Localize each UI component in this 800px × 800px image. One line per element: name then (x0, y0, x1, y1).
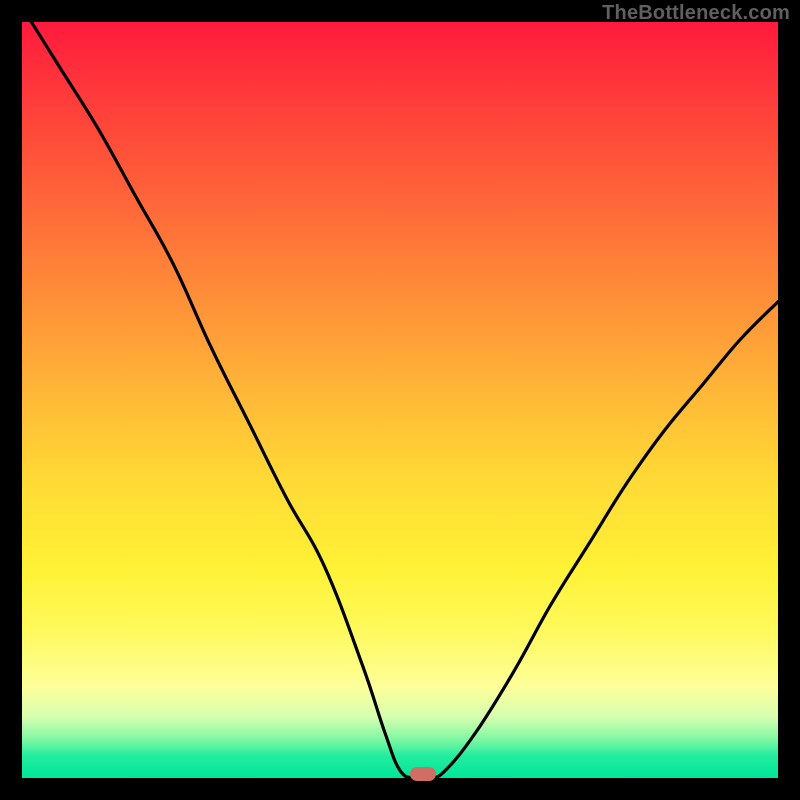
chart-frame: TheBottleneck.com (0, 0, 800, 800)
minimum-marker (410, 767, 436, 781)
plot-area (22, 22, 778, 778)
watermark-text: TheBottleneck.com (602, 2, 790, 25)
bottleneck-curve (22, 22, 778, 778)
